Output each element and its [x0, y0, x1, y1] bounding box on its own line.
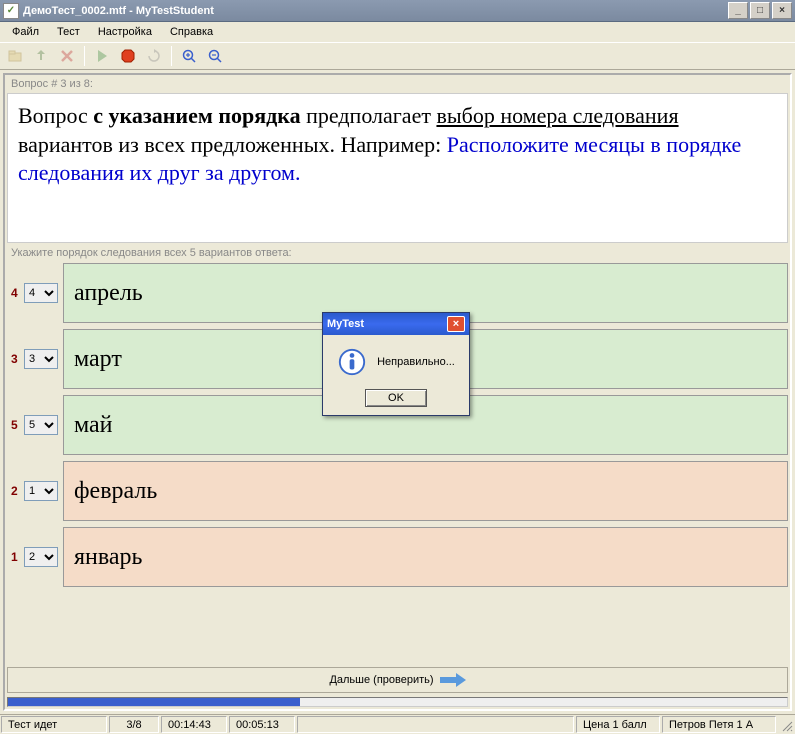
- dialog-ok-button[interactable]: OK: [365, 389, 427, 407]
- statusbar: Тест идет 3/8 00:14:43 00:05:13 Цена 1 б…: [0, 714, 795, 734]
- zoom-out-icon[interactable]: [204, 45, 226, 67]
- answer-row: 1 2 январь: [7, 527, 788, 587]
- order-select[interactable]: 2: [24, 547, 58, 567]
- status-time-total: 00:14:43: [161, 716, 227, 733]
- next-button[interactable]: Дальше (проверить): [7, 667, 788, 693]
- menu-help[interactable]: Справка: [162, 24, 221, 40]
- progress-fill: [8, 698, 300, 706]
- dialog-message: Неправильно...: [377, 356, 455, 368]
- answer-index: 4: [11, 286, 21, 300]
- window-title: ДемоТест_0002.mtf - MyTestStudent: [23, 5, 728, 17]
- order-select[interactable]: 4: [24, 283, 58, 303]
- window-titlebar: ✓ ДемоТест_0002.mtf - MyTestStudent _ □ …: [0, 0, 795, 22]
- zoom-in-icon[interactable]: [178, 45, 200, 67]
- app-icon: ✓: [3, 3, 19, 19]
- open-icon: [4, 45, 26, 67]
- question-text: Вопрос с указанием порядка предполагает …: [7, 93, 788, 243]
- minimize-button[interactable]: _: [728, 2, 748, 19]
- question-counter: Вопрос # 3 из 8:: [5, 75, 790, 93]
- arrow-right-icon: [440, 673, 466, 687]
- status-time-elapsed: 00:05:13: [229, 716, 295, 733]
- answer-index: 3: [11, 352, 21, 366]
- play-icon: [91, 45, 113, 67]
- answer-index: 1: [11, 550, 21, 564]
- refresh-icon: [143, 45, 165, 67]
- next-button-label: Дальше (проверить): [329, 674, 433, 686]
- order-select[interactable]: 3: [24, 349, 58, 369]
- menu-file[interactable]: Файл: [4, 24, 47, 40]
- dialog-title: MyTest: [327, 318, 447, 330]
- status-user: Петров Петя 1 А: [662, 716, 776, 733]
- qtext-part: Вопрос: [18, 103, 93, 128]
- menubar: Файл Тест Настройка Справка: [0, 22, 795, 42]
- qtext-part: предполагает: [301, 103, 437, 128]
- qtext-part: вариантов из всех предложенных. Например…: [18, 132, 447, 157]
- menu-settings[interactable]: Настройка: [90, 24, 160, 40]
- status-spacer: [297, 716, 574, 733]
- resize-grip[interactable]: [777, 715, 795, 734]
- answer-instruction: Укажите порядок следования всех 5 вариан…: [5, 243, 790, 263]
- qtext-underline: выбор номера следования: [436, 103, 678, 128]
- cancel-icon: [56, 45, 78, 67]
- result-dialog: MyTest × Неправильно... OK: [322, 312, 470, 416]
- close-button[interactable]: ×: [772, 2, 792, 19]
- answer-text: февраль: [63, 461, 788, 521]
- order-select[interactable]: 1: [24, 481, 58, 501]
- qtext-bold: с указанием порядка: [93, 103, 300, 128]
- menu-test[interactable]: Тест: [49, 24, 88, 40]
- maximize-button[interactable]: □: [750, 2, 770, 19]
- order-select[interactable]: 5: [24, 415, 58, 435]
- toolbar: [0, 42, 795, 70]
- dialog-close-button[interactable]: ×: [447, 316, 465, 332]
- progress-bar: [7, 697, 788, 707]
- answer-text: январь: [63, 527, 788, 587]
- status-price: Цена 1 балл: [576, 716, 660, 733]
- answer-index: 2: [11, 484, 21, 498]
- answer-index: 5: [11, 418, 21, 432]
- status-state: Тест идет: [1, 716, 107, 733]
- status-progress: 3/8: [109, 716, 159, 733]
- save-icon: [30, 45, 52, 67]
- info-icon: [337, 347, 367, 377]
- answer-row: 2 1 февраль: [7, 461, 788, 521]
- stop-icon[interactable]: [117, 45, 139, 67]
- dialog-titlebar: MyTest ×: [323, 313, 469, 335]
